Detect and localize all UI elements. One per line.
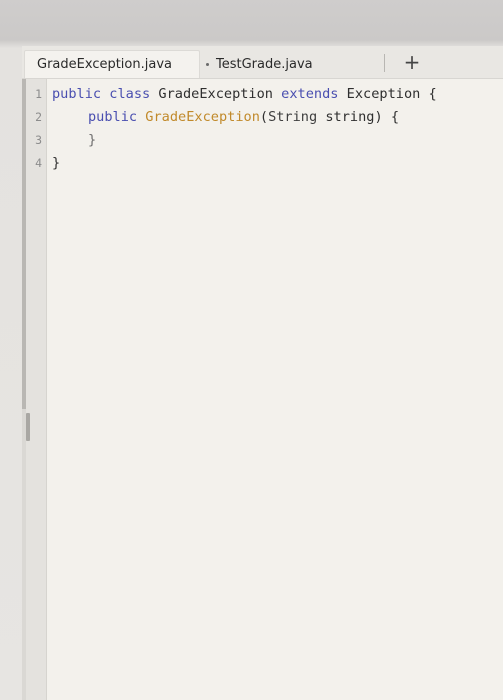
code-line[interactable]: 3 }: [22, 128, 503, 151]
code-line[interactable]: 4 }: [22, 151, 503, 174]
line-number: 1: [35, 86, 42, 101]
tab-label: TestGrade.java: [216, 56, 313, 72]
code-line[interactable]: 2 public GradeException(String string) {: [22, 105, 503, 128]
code-token-punctuation: {: [420, 85, 437, 102]
code-token-keyword: public: [88, 108, 138, 125]
code-text: public class GradeException extends Exce…: [52, 86, 437, 102]
code-token-keyword: class: [101, 85, 159, 102]
code-token-keyword: extends: [272, 85, 347, 102]
gutter-marker: [26, 413, 30, 441]
line-number: 3: [35, 132, 42, 147]
plus-icon: +: [403, 50, 421, 74]
tab-bar: GradeException.java TestGrade.java +: [22, 46, 503, 79]
add-tab-button[interactable]: +: [398, 48, 426, 76]
tab-divider: [384, 54, 385, 72]
code-token-punctuation: (: [259, 108, 269, 125]
code-token-type: String: [268, 108, 318, 125]
line-number: 4: [35, 155, 42, 170]
code-token-identifier: Exception: [346, 85, 421, 102]
tab-grade-exception[interactable]: GradeException.java: [24, 50, 200, 78]
tab-label: GradeException.java: [37, 57, 172, 72]
code-line[interactable]: 1 public class GradeException extends Ex…: [22, 82, 503, 105]
code-token-identifier: GradeException: [158, 85, 273, 102]
tab-test-grade[interactable]: TestGrade.java: [216, 50, 336, 78]
code-area[interactable]: 1 public class GradeException extends Ex…: [22, 82, 503, 174]
code-token-brace: }: [52, 154, 61, 171]
tab-modified-dot-icon: [206, 63, 209, 66]
code-token-brace: }: [88, 131, 97, 148]
code-text: public GradeException(String string) {: [88, 109, 399, 125]
code-token-params: string) {: [317, 108, 400, 125]
code-token-constructor: GradeException: [145, 108, 260, 125]
code-token-keyword: public: [52, 85, 102, 102]
code-editor: GradeException.java TestGrade.java + 1 p…: [22, 46, 503, 700]
line-number: 2: [35, 109, 42, 124]
